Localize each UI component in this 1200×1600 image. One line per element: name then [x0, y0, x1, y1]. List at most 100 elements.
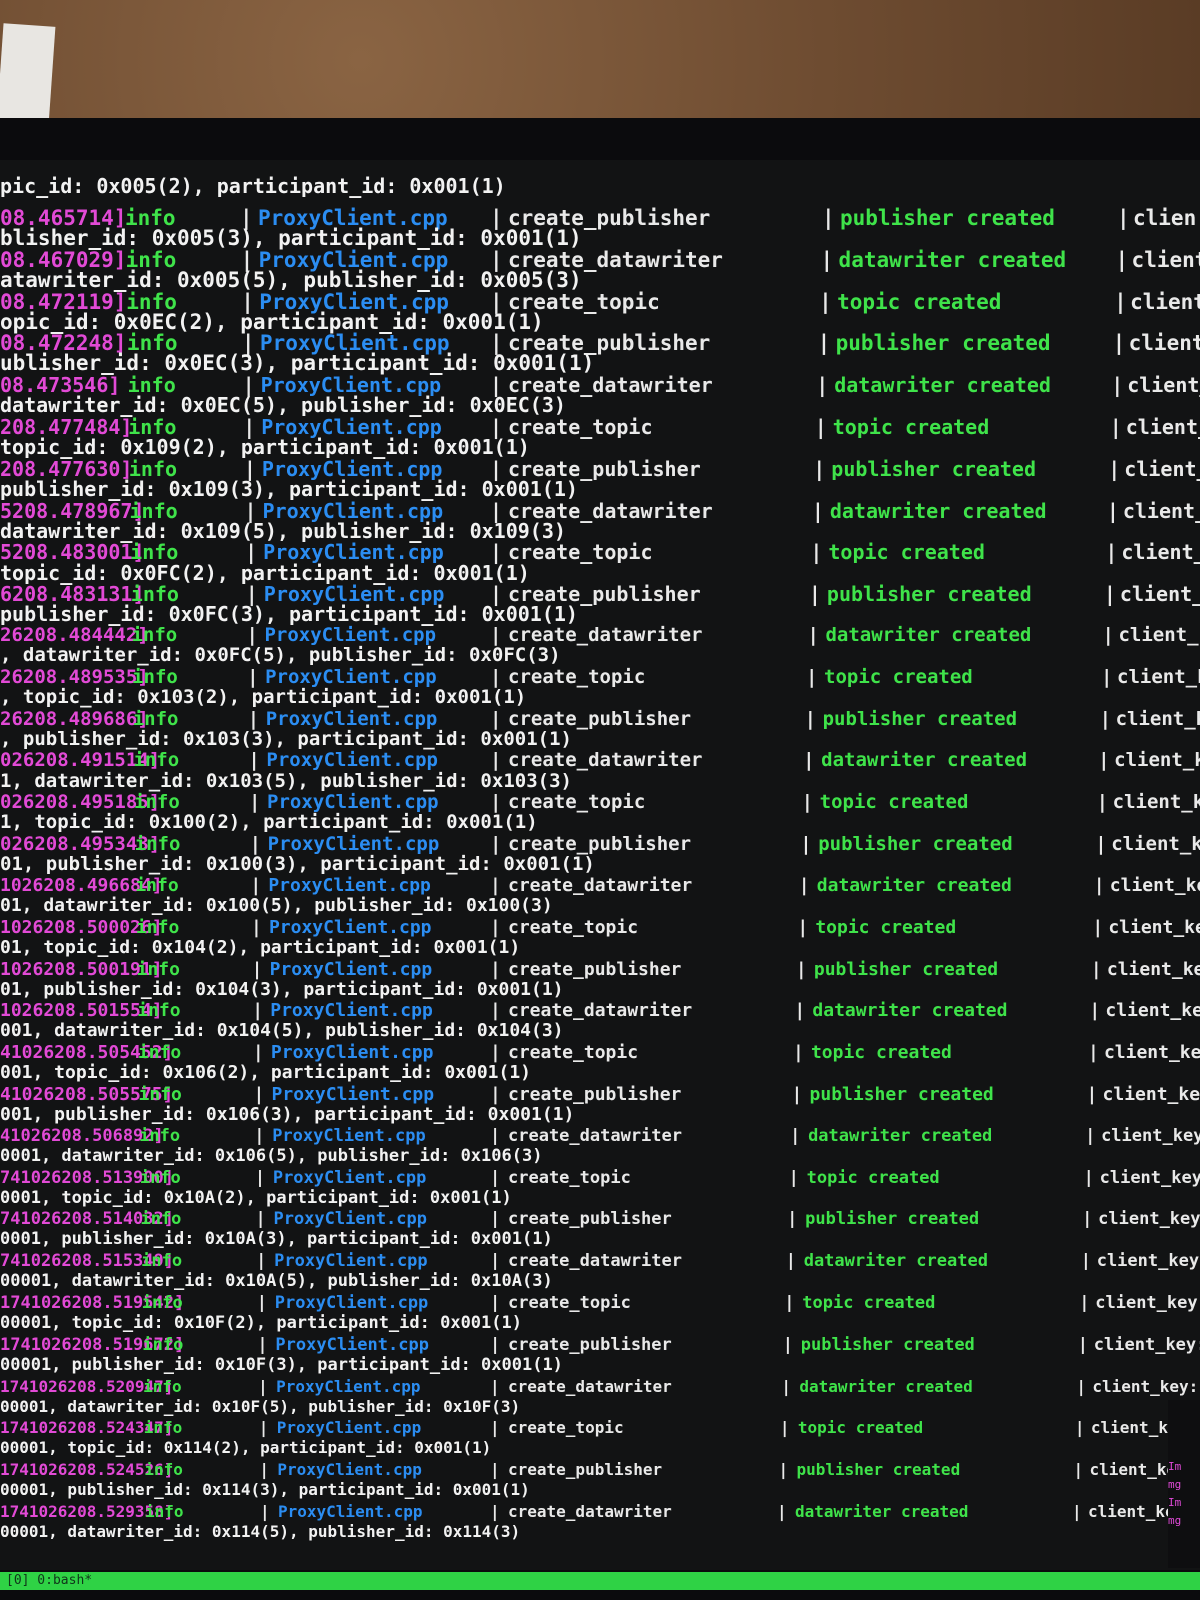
log-function: create_datawriter	[508, 749, 703, 772]
log-detail-text: , datawriter_id: 0x0FC(5), publisher_id:…	[0, 644, 561, 667]
log-detail-line: 00001, topic_id: 0x10F(2), participant_i…	[0, 1313, 1200, 1335]
log-detail-text: 00001, topic_id: 0x10F(2), participant_i…	[0, 1313, 522, 1334]
log-client-key: client_key:	[1114, 749, 1200, 772]
side-pane-line: Im	[1168, 1460, 1182, 1473]
log-function: create_publisher	[508, 1209, 672, 1230]
column-separator: |	[252, 1042, 264, 1064]
log-detail-line: topic_id: 0x109(2), participant_id: 0x00…	[0, 435, 1200, 459]
log-message: datawriter created	[795, 1502, 969, 1521]
log-detail-line: , topic_id: 0x103(2), participant_id: 0x…	[0, 686, 1200, 708]
column-separator: |	[490, 1125, 501, 1146]
log-source-file: ProxyClient.cpp	[273, 1209, 427, 1230]
tmux-status-bar[interactable]: [0] 0:bash*	[0, 1572, 1200, 1590]
log-detail-line: ublisher_id: 0x0EC(3), participant_id: 0…	[0, 351, 1200, 375]
log-client-key: client_key: 0x0	[1101, 1125, 1200, 1146]
log-source-file: ProxyClient.cpp	[268, 916, 432, 938]
log-function: create_publisher	[508, 1334, 672, 1355]
column-separator: |	[1099, 707, 1112, 730]
log-detail-line: blisher_id: 0x005(3), participant_id: 0x…	[0, 226, 1200, 250]
log-detail-line: 01, publisher_id: 0x100(3), participant_…	[0, 853, 1200, 875]
log-entry-line: 41026208.505575] info | ProxyClient.cpp | cre…	[0, 1084, 1200, 1106]
column-separator: |	[490, 1292, 501, 1313]
column-separator: |	[1093, 874, 1105, 896]
column-separator: |	[490, 1083, 501, 1105]
column-separator: |	[490, 749, 502, 772]
column-separator: |	[1080, 1251, 1091, 1272]
column-separator: |	[258, 1418, 269, 1438]
log-function: create_topic	[508, 916, 639, 938]
log-entry-line: 08.465714] info | ProxyClient.cpp | create_pu…	[0, 206, 1200, 230]
log-detail-line: 001, publisher_id: 0x106(3), participant…	[0, 1104, 1200, 1126]
column-separator: |	[490, 707, 502, 730]
log-level: info	[144, 1460, 183, 1480]
log-entry-line: 1741026208.524347] info | ProxyClient.cpp | c…	[0, 1418, 1200, 1440]
column-separator: |	[490, 874, 501, 896]
log-level: info	[140, 1209, 182, 1230]
log-entry-line: 026208.495185] info | ProxyClient.cpp | creat…	[0, 791, 1200, 813]
column-separator: |	[1077, 1334, 1089, 1355]
log-source-file: ProxyClient.cpp	[274, 1251, 428, 1272]
column-separator: |	[807, 624, 819, 647]
column-separator: |	[490, 1418, 500, 1438]
column-separator: |	[1098, 749, 1110, 772]
column-separator: |	[490, 665, 502, 688]
log-function: create_publisher	[508, 958, 682, 980]
log-entry-line: 741026208.515349] info | ProxyClient.cpp | cr…	[0, 1251, 1200, 1273]
log-message: topic created	[797, 1418, 924, 1438]
log-function: create_datawriter	[508, 1376, 672, 1396]
column-separator: |	[256, 1251, 267, 1272]
log-function: create_topic	[508, 1167, 631, 1188]
column-separator: |	[246, 624, 258, 647]
log-entry-line: 1026208.496684] info | ProxyClient.cpp | crea…	[0, 875, 1200, 897]
log-client-key: client_key: 0x0	[1102, 1083, 1200, 1105]
log-detail-text: publisher_id: 0x109(3), participant_id: …	[0, 476, 578, 501]
log-entry-line: 1741026208.524526] info | ProxyClient.cpp | c…	[0, 1460, 1200, 1482]
column-separator: |	[1083, 1167, 1094, 1188]
column-separator: |	[1095, 833, 1107, 856]
column-separator: |	[259, 1460, 269, 1480]
log-function: create_topic	[508, 665, 646, 688]
log-level: info	[137, 1042, 182, 1064]
log-entry-line: 1026208.501554] info | ProxyClient.cpp | crea…	[0, 1000, 1200, 1022]
log-source-file: ProxyClient.cpp	[266, 749, 438, 772]
log-entry-line: 08.467029] info | ProxyClient.cpp | create_da…	[0, 248, 1200, 272]
terminal-screen[interactable]: pic_id: 0x005(2), participant_id: 0x001(…	[0, 160, 1200, 1570]
column-separator: |	[490, 1502, 500, 1521]
column-separator: |	[781, 1376, 791, 1396]
log-message: publisher created	[800, 1334, 975, 1355]
log-detail-line: 1, datawriter_id: 0x103(5), publisher_id…	[0, 770, 1200, 792]
log-level: info	[143, 1376, 182, 1396]
column-separator: |	[795, 958, 807, 980]
log-message: datawriter created	[825, 624, 1032, 647]
column-separator: |	[248, 749, 260, 772]
log-entry-line: 08.472119] info | ProxyClient.cpp | create_to…	[0, 290, 1200, 314]
log-function: create_datawriter	[508, 1000, 693, 1022]
column-separator: |	[1073, 1460, 1084, 1480]
column-separator: |	[1090, 958, 1102, 980]
column-separator: |	[782, 1334, 794, 1355]
log-source-file: ProxyClient.cpp	[278, 1502, 423, 1521]
log-function: create_topic	[508, 1042, 639, 1064]
log-entry-line: 26208.489686] info | ProxyClient.cpp | create…	[0, 708, 1200, 730]
column-separator: |	[785, 1251, 796, 1272]
log-client-key: client_key: 0x00	[1098, 1209, 1200, 1230]
column-separator: |	[806, 665, 818, 688]
column-separator: |	[257, 1334, 268, 1355]
column-separator: |	[1079, 1292, 1090, 1313]
log-detail-text: 00001, publisher_id: 0x114(3), participa…	[0, 1480, 530, 1500]
column-separator: |	[251, 958, 263, 980]
log-client-key: client_key	[1118, 624, 1200, 647]
log-entry-line: 41026208.506892] info | ProxyClient.cpp | cre…	[0, 1126, 1200, 1148]
log-detail-line: 0001, publisher_id: 0x10A(3), participan…	[0, 1229, 1200, 1251]
column-separator: |	[801, 791, 814, 814]
log-entry-line: 08.473546] info | ProxyClient.cpp | create_da…	[0, 373, 1200, 397]
log-source-file: ProxyClient.cpp	[265, 665, 437, 688]
log-entry-line: 41026208.505452] info | ProxyClient.cpp | cre…	[0, 1042, 1200, 1064]
log-detail-text: datawriter_id: 0x0EC(5), publisher_id: 0…	[0, 393, 566, 418]
log-detail-text: 00001, topic_id: 0x114(2), participant_i…	[0, 1438, 492, 1458]
log-level: info	[133, 749, 180, 772]
column-separator: |	[490, 1209, 501, 1230]
column-separator: |	[258, 1376, 268, 1396]
log-function: create_publisher	[508, 833, 692, 856]
log-detail-text: opic_id: 0x0EC(2), participant_id: 0x001…	[0, 309, 544, 334]
